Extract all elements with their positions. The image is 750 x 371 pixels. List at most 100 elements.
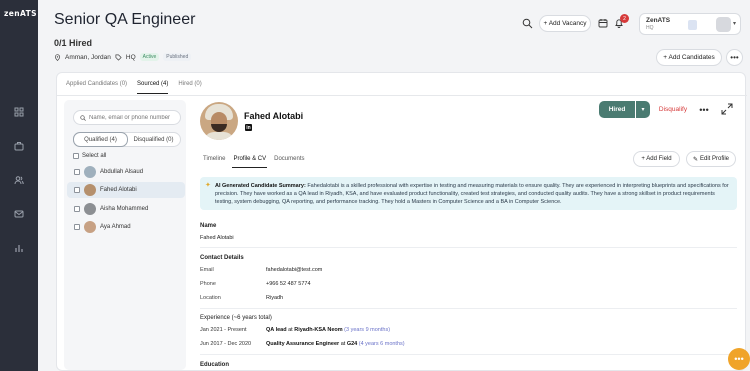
qualified-tab[interactable]: Qualified (4) [73, 132, 128, 147]
ai-summary: ✦ AI Generated Candidate Summary: Faheda… [200, 177, 737, 210]
sparkle-icon: ✦ [205, 182, 211, 189]
notification-badge: 2 [620, 14, 629, 23]
candidate-list-panel: Qualified (4) Disqualified (0) Select al… [64, 100, 186, 370]
add-field-button[interactable]: + Add Field [633, 151, 680, 167]
expand-icon[interactable] [721, 103, 733, 115]
experience-dates: Jan 2021 - Present [200, 327, 247, 333]
company-name: ZenATS [646, 17, 671, 24]
tab-sourced[interactable]: Sourced (4) [137, 81, 169, 94]
add-vacancy-button[interactable]: + Add Vacancy [539, 15, 591, 32]
phone-value[interactable]: +966 52 487 5774 [266, 281, 311, 287]
search-input[interactable] [89, 113, 177, 123]
experience-section-label: Experience (~6 years total) [200, 315, 272, 321]
tab-hired[interactable]: Hired (0) [178, 81, 201, 94]
edit-profile-label: Edit Profile [700, 156, 730, 162]
divider [200, 354, 737, 355]
location-value: Riyadh [266, 295, 284, 301]
candidate-checkbox[interactable] [74, 206, 80, 212]
list-item[interactable]: Fahed Alotabi [67, 182, 185, 198]
qualification-toggle: Qualified (4) Disqualified (0) [73, 132, 181, 147]
add-candidates-button[interactable]: + Add Candidates [656, 49, 722, 66]
list-item[interactable]: Aya Ahmad [67, 219, 185, 235]
avatar [84, 203, 96, 215]
sidebar: zenATS [0, 0, 38, 371]
floating-action-button[interactable]: ••• [728, 348, 750, 370]
more-options-button[interactable]: ••• [726, 49, 743, 66]
job-hq: HQ [125, 53, 136, 61]
candidate-photo [200, 102, 238, 140]
candidate-checkbox[interactable] [74, 187, 80, 193]
company-sub: HQ [646, 25, 654, 31]
email-label: Email [200, 267, 214, 273]
pencil-icon: ✎ [692, 156, 698, 163]
divider [200, 308, 737, 309]
phone-label: Phone [200, 281, 216, 287]
company-switcher[interactable]: ZenATS HQ ▾ [639, 13, 741, 35]
experience-role: QA lead [266, 327, 287, 333]
avatar [84, 184, 96, 196]
location-label: Location [200, 295, 221, 301]
disqualified-tab[interactable]: Disqualified (0) [127, 133, 180, 146]
candidate-search[interactable] [73, 110, 181, 125]
briefcase-icon[interactable] [14, 141, 24, 151]
status-badge-active: Active [139, 53, 160, 61]
hired-stage-button[interactable]: Hired [599, 101, 635, 118]
experience-duration: (3 years 9 months) [344, 327, 391, 333]
candidate-name: Fahed Alotabi [100, 187, 137, 193]
linkedin-icon[interactable]: in [245, 124, 252, 131]
email-value[interactable]: fahedalotabi@test.com [266, 267, 322, 273]
avatar [84, 221, 96, 233]
ai-summary-title: AI Generated Candidate Summary: [215, 183, 306, 189]
reports-icon[interactable] [14, 243, 24, 253]
select-all-checkbox[interactable] [73, 153, 79, 159]
pipeline-tabs: Applied Candidates (0) Sourced (4) Hired… [66, 81, 202, 94]
main-card: Applied Candidates (0) Sourced (4) Hired… [56, 72, 747, 371]
experience-entry: Quality Assurance Engineer at G24 (4 yea… [266, 341, 405, 347]
experience-duration: (4 years 6 months) [358, 341, 405, 347]
list-item[interactable]: Abdullah Alsaud [67, 164, 185, 180]
tab-documents[interactable]: Documents [273, 156, 305, 168]
experience-dates: Jun 2017 - Dec 2020 [200, 341, 252, 347]
name-value: Fahed Alotabi [200, 235, 234, 241]
experience-role: Quality Assurance Engineer [266, 341, 340, 347]
hired-count: 0/1 Hired [54, 38, 93, 48]
status-badge-published: Published [163, 53, 192, 61]
avatar[interactable] [716, 17, 731, 32]
experience-entry: QA lead at Riyadh-KSA Neom (3 years 9 mo… [266, 327, 390, 333]
candidate-name: Aya Ahmad [100, 224, 131, 230]
experience-at: at [340, 341, 346, 347]
experience-company: G24 [346, 341, 358, 347]
candidate-checkbox[interactable] [74, 169, 80, 175]
users-icon[interactable] [14, 175, 24, 185]
candidate-name: Abdullah Alsaud [100, 169, 144, 175]
profile-tabs: Timeline Profile & CV Documents [202, 156, 306, 168]
app-logo[interactable]: zenATS [4, 9, 37, 18]
chevron-down-icon[interactable]: ▾ [733, 20, 736, 27]
tab-applied[interactable]: Applied Candidates (0) [66, 81, 127, 94]
candidate-checkbox[interactable] [74, 224, 80, 230]
select-all[interactable]: Select all [73, 153, 106, 159]
candidate-name: Aisha Mohammed [100, 206, 149, 212]
disqualify-button[interactable]: Disqualify [653, 101, 693, 118]
tag-icon [115, 54, 122, 61]
experience-at: at [288, 327, 293, 333]
divider [200, 247, 737, 248]
list-item[interactable]: Aisha Mohammed [67, 201, 185, 217]
tab-profile-cv[interactable]: Profile & CV [232, 156, 268, 168]
tab-timeline[interactable]: Timeline [202, 156, 226, 168]
name-section-label: Name [200, 223, 217, 229]
dashboard-icon[interactable] [14, 107, 24, 117]
location-pin-icon [54, 53, 61, 61]
search-icon[interactable] [522, 18, 533, 29]
tabs-divider [57, 95, 747, 96]
select-all-label: Select all [82, 153, 107, 159]
edit-profile-button[interactable]: ✎ Edit Profile [686, 151, 736, 167]
experience-company: Riyadh-KSA Neom [294, 327, 343, 333]
mail-icon[interactable] [14, 209, 24, 219]
calendar-icon[interactable] [598, 18, 608, 28]
building-icon [688, 20, 697, 30]
chevron-down-icon[interactable]: ▾ [636, 101, 650, 118]
candidate-more-button[interactable]: ••• [695, 101, 713, 118]
search-icon [80, 115, 86, 121]
job-location: Amman, Jordan [65, 53, 111, 61]
